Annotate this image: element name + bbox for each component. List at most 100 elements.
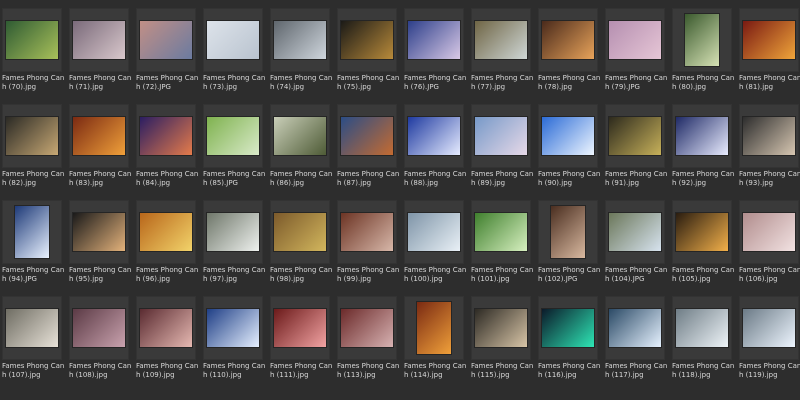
file-item[interactable]: Fames Phong Canh (97).jpg [203, 200, 265, 295]
image-thumbnail-icon[interactable] [685, 14, 719, 66]
thumbnail-frame[interactable] [270, 104, 330, 168]
thumbnail-frame[interactable] [739, 104, 799, 168]
thumbnail-frame[interactable] [605, 104, 665, 168]
thumbnail-frame[interactable] [739, 200, 799, 264]
image-thumbnail-icon[interactable] [408, 213, 460, 251]
image-thumbnail-icon[interactable] [475, 117, 527, 155]
file-item[interactable]: Fames Phong Canh (70).jpg [2, 8, 64, 103]
thumbnail-frame[interactable] [136, 200, 196, 264]
image-thumbnail-icon[interactable] [676, 213, 728, 251]
image-thumbnail-icon[interactable] [676, 309, 728, 347]
thumbnail-frame[interactable] [471, 296, 531, 360]
file-item[interactable]: Fames Phong Canh (96).jpg [136, 200, 198, 295]
thumbnail-frame[interactable] [672, 8, 732, 72]
thumbnail-frame[interactable] [404, 104, 464, 168]
image-thumbnail-icon[interactable] [207, 309, 259, 347]
file-item[interactable]: Fames Phong Canh (113).jpg [337, 296, 399, 391]
file-item[interactable]: Fames Phong Canh (86).jpg [270, 104, 332, 199]
thumbnail-frame[interactable] [672, 104, 732, 168]
image-thumbnail-icon[interactable] [417, 302, 451, 354]
thumbnail-frame[interactable] [672, 296, 732, 360]
image-thumbnail-icon[interactable] [73, 21, 125, 59]
image-thumbnail-icon[interactable] [274, 21, 326, 59]
image-thumbnail-icon[interactable] [73, 117, 125, 155]
file-item[interactable]: Fames Phong Canh (75).jpg [337, 8, 399, 103]
thumbnail-frame[interactable] [337, 8, 397, 72]
file-item[interactable]: Fames Phong Canh (108).jpg [69, 296, 131, 391]
file-item[interactable]: Fames Phong Canh (104).JPG [605, 200, 667, 295]
image-thumbnail-icon[interactable] [542, 117, 594, 155]
image-thumbnail-icon[interactable] [542, 309, 594, 347]
image-thumbnail-icon[interactable] [609, 117, 661, 155]
image-thumbnail-icon[interactable] [341, 309, 393, 347]
file-item[interactable]: Fames Phong Canh (72).JPG [136, 8, 198, 103]
image-thumbnail-icon[interactable] [475, 21, 527, 59]
image-thumbnail-icon[interactable] [207, 213, 259, 251]
thumbnail-frame[interactable] [605, 296, 665, 360]
file-item[interactable]: Fames Phong Canh (79).JPG [605, 8, 667, 103]
image-thumbnail-icon[interactable] [609, 213, 661, 251]
image-thumbnail-icon[interactable] [542, 21, 594, 59]
image-thumbnail-icon[interactable] [408, 117, 460, 155]
thumbnail-frame[interactable] [337, 104, 397, 168]
image-thumbnail-icon[interactable] [274, 213, 326, 251]
image-thumbnail-icon[interactable] [140, 309, 192, 347]
thumbnail-frame[interactable] [203, 200, 263, 264]
thumbnail-frame[interactable] [69, 296, 129, 360]
file-item[interactable]: Fames Phong Canh (84).jpg [136, 104, 198, 199]
thumbnail-frame[interactable] [471, 200, 531, 264]
thumbnail-frame[interactable] [739, 296, 799, 360]
thumbnail-frame[interactable] [270, 8, 330, 72]
thumbnail-frame[interactable] [2, 200, 62, 264]
file-item[interactable]: Fames Phong Canh (73).jpg [203, 8, 265, 103]
image-thumbnail-icon[interactable] [676, 117, 728, 155]
image-thumbnail-icon[interactable] [140, 21, 192, 59]
file-item[interactable]: Fames Phong Canh (110).jpg [203, 296, 265, 391]
image-thumbnail-icon[interactable] [743, 21, 795, 59]
file-item[interactable]: Fames Phong Canh (83).jpg [69, 104, 131, 199]
image-thumbnail-icon[interactable] [475, 309, 527, 347]
thumbnail-frame[interactable] [270, 200, 330, 264]
thumbnail-frame[interactable] [136, 8, 196, 72]
file-item[interactable]: Fames Phong Canh (101).jpg [471, 200, 533, 295]
thumbnail-frame[interactable] [203, 296, 263, 360]
thumbnail-frame[interactable] [672, 200, 732, 264]
file-item[interactable]: Fames Phong Canh (80).jpg [672, 8, 734, 103]
file-item[interactable]: Fames Phong Canh (71).jpg [69, 8, 131, 103]
thumbnail-frame[interactable] [2, 8, 62, 72]
image-thumbnail-icon[interactable] [207, 117, 259, 155]
thumbnail-frame[interactable] [270, 296, 330, 360]
thumbnail-frame[interactable] [69, 8, 129, 72]
image-thumbnail-icon[interactable] [341, 213, 393, 251]
image-thumbnail-icon[interactable] [609, 309, 661, 347]
file-item[interactable]: Fames Phong Canh (115).jpg [471, 296, 533, 391]
image-thumbnail-icon[interactable] [551, 206, 585, 258]
file-item[interactable]: Fames Phong Canh (105).jpg [672, 200, 734, 295]
thumbnail-frame[interactable] [337, 200, 397, 264]
image-thumbnail-icon[interactable] [6, 309, 58, 347]
thumbnail-frame[interactable] [538, 296, 598, 360]
image-thumbnail-icon[interactable] [743, 117, 795, 155]
image-thumbnail-icon[interactable] [274, 117, 326, 155]
thumbnail-frame[interactable] [203, 8, 263, 72]
image-thumbnail-icon[interactable] [73, 213, 125, 251]
thumbnail-frame[interactable] [404, 8, 464, 72]
image-thumbnail-icon[interactable] [140, 117, 192, 155]
file-item[interactable]: Fames Phong Canh (77).jpg [471, 8, 533, 103]
thumbnail-frame[interactable] [69, 200, 129, 264]
thumbnail-frame[interactable] [605, 200, 665, 264]
file-item[interactable]: Fames Phong Canh (88).jpg [404, 104, 466, 199]
image-thumbnail-icon[interactable] [73, 309, 125, 347]
file-item[interactable]: Fames Phong Canh (87).jpg [337, 104, 399, 199]
file-item[interactable]: Fames Phong Canh (117).jpg [605, 296, 667, 391]
thumbnail-frame[interactable] [2, 296, 62, 360]
image-thumbnail-icon[interactable] [274, 309, 326, 347]
file-item[interactable]: Fames Phong Canh (99).jpg [337, 200, 399, 295]
image-thumbnail-icon[interactable] [475, 213, 527, 251]
thumbnail-frame[interactable] [69, 104, 129, 168]
file-item[interactable]: Fames Phong Canh (92).jpg [672, 104, 734, 199]
file-item[interactable]: Fames Phong Canh (95).jpg [69, 200, 131, 295]
file-item[interactable]: Fames Phong Canh (76).JPG [404, 8, 466, 103]
thumbnail-frame[interactable] [538, 200, 598, 264]
file-item[interactable]: Fames Phong Canh (118).jpg [672, 296, 734, 391]
